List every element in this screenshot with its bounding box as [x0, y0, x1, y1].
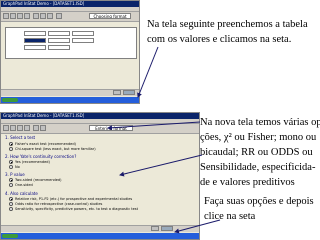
arrow-to-next-bottom [174, 219, 221, 234]
pointer-arrows [107, 46, 221, 234]
arrow-to-test-select [107, 121, 201, 131]
arrow-to-next-top [137, 46, 159, 98]
arrow-to-p-value [119, 154, 203, 177]
